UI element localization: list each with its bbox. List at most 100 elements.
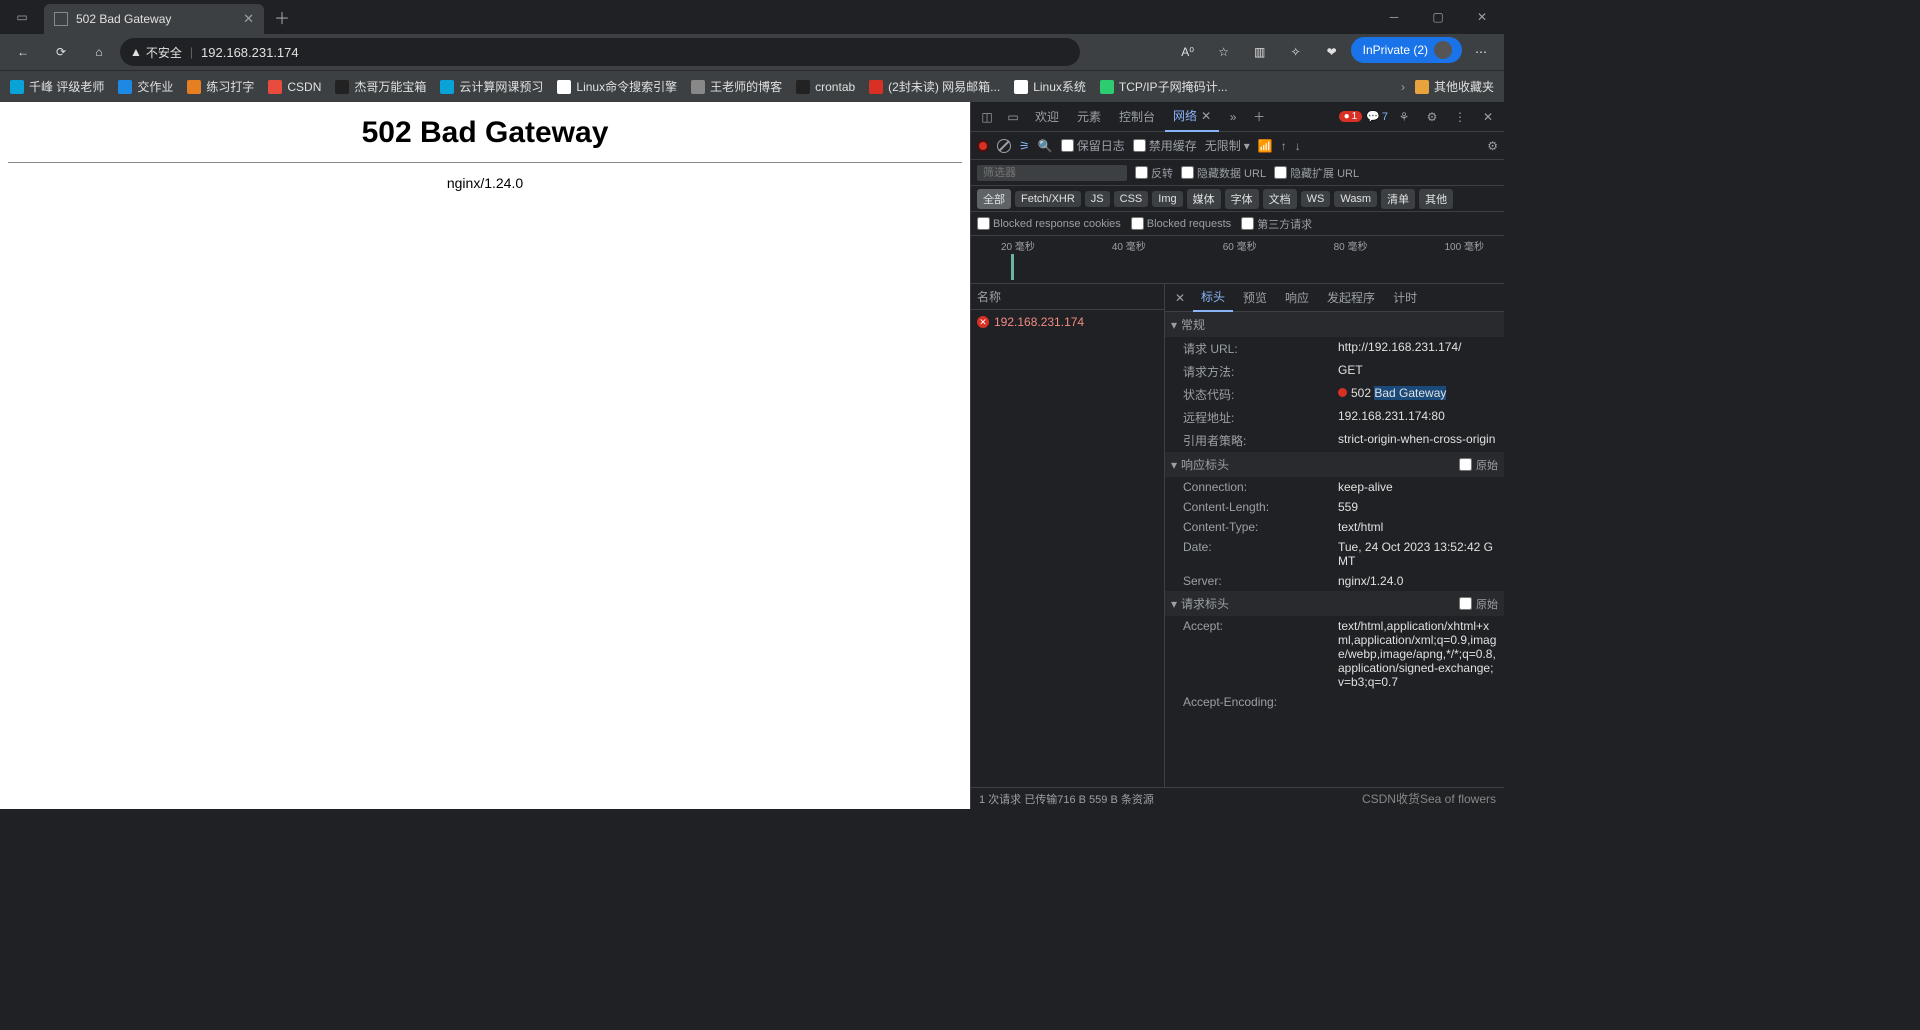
type-filter[interactable]: 清单 (1381, 189, 1415, 209)
inprivate-badge[interactable]: InPrivate (2) (1351, 37, 1462, 63)
bookmark-item[interactable]: Linux命令搜索引擎 (557, 78, 677, 95)
wifi-icon[interactable]: 📶 (1258, 139, 1273, 153)
bookmark-item[interactable]: TCP/IP子网掩码计... (1100, 78, 1228, 95)
bookmark-item[interactable]: 杰哥万能宝箱 (335, 78, 426, 95)
bookmark-item[interactable]: 交作业 (118, 78, 173, 95)
bookmark-icon (1100, 80, 1114, 94)
close-icon[interactable]: ✕ (1201, 109, 1211, 123)
favorites-bar-icon[interactable]: ✧ (1279, 37, 1313, 67)
tab-network[interactable]: 网络 ✕ (1165, 102, 1219, 132)
inspect-icon[interactable]: ◫ (975, 105, 999, 129)
tab-elements[interactable]: 元素 (1069, 102, 1109, 132)
tab-manager-icon[interactable]: ▭ (0, 10, 44, 24)
network-timeline[interactable]: 20 毫秒40 毫秒60 毫秒80 毫秒100 毫秒 (971, 236, 1504, 284)
bookmark-item[interactable]: crontab (796, 80, 855, 94)
filter-icon[interactable]: ⚞ (1019, 139, 1030, 153)
blocked-cookies-checkbox[interactable]: Blocked response cookies (977, 217, 1121, 230)
read-aloud-icon[interactable]: A⁰ (1171, 37, 1205, 67)
menu-button[interactable]: ⋯ (1464, 37, 1498, 67)
type-filter[interactable]: 文档 (1263, 189, 1297, 209)
more-tabs-icon[interactable]: » (1221, 105, 1245, 129)
bookmark-item[interactable]: 王老师的博客 (691, 78, 782, 95)
error-badge[interactable]: ● 1 (1339, 111, 1363, 122)
invert-checkbox[interactable]: 反转 (1135, 165, 1173, 181)
section-header[interactable]: ▾响应标头 原始 (1165, 452, 1504, 477)
separator: | (190, 45, 193, 59)
maximize-button[interactable]: ▢ (1416, 0, 1460, 34)
section-header[interactable]: ▾常规 (1165, 312, 1504, 337)
collections-icon[interactable]: ▥ (1243, 37, 1277, 67)
new-tab-button[interactable]: ＋ (264, 5, 300, 29)
bookmark-item[interactable]: (2封未读) 网易邮箱... (869, 78, 1000, 95)
tab-preview[interactable]: 预览 (1235, 284, 1275, 312)
settings-icon[interactable]: ⚙ (1420, 105, 1444, 129)
search-icon[interactable]: 🔍 (1038, 139, 1053, 153)
throttling-select[interactable]: 无限制 ▾ (1205, 137, 1250, 154)
type-filter[interactable]: WS (1301, 191, 1331, 207)
request-list: 名称 ✕ 192.168.231.174 (971, 284, 1165, 787)
kebab-icon[interactable]: ⋮ (1448, 105, 1472, 129)
type-filter[interactable]: 其他 (1419, 189, 1453, 209)
timeline-tick: 60 毫秒 (1223, 238, 1257, 253)
other-bookmarks[interactable]: 其他收藏夹 (1415, 78, 1494, 95)
close-devtools-icon[interactable]: ✕ (1476, 105, 1500, 129)
section-header[interactable]: ▾请求标头 原始 (1165, 591, 1504, 616)
bookmark-item[interactable]: Linux系统 (1014, 78, 1086, 95)
raw-toggle[interactable]: 原始 (1459, 457, 1498, 473)
close-window-button[interactable]: ✕ (1460, 0, 1504, 34)
add-tab-icon[interactable]: ＋ (1247, 105, 1271, 129)
type-filter[interactable]: 媒体 (1187, 189, 1221, 209)
browser-tab[interactable]: 502 Bad Gateway ✕ (44, 4, 264, 34)
bookmark-icon (10, 80, 24, 94)
performance-icon[interactable]: ❤ (1315, 37, 1349, 67)
bookmarks-bar: 千峰 评级老师交作业练习打字 CSDN 杰哥万能宝箱云计算网课预习 Linux命令搜索… (0, 70, 1504, 102)
download-icon[interactable]: ↓ (1295, 139, 1301, 153)
type-filter[interactable]: Wasm (1334, 191, 1377, 207)
tab-headers[interactable]: 标头 (1193, 284, 1233, 312)
header-row: 请求方法:GET (1165, 360, 1504, 383)
close-tab-icon[interactable]: ✕ (243, 11, 254, 27)
bookmark-icon (796, 80, 810, 94)
favorite-icon[interactable]: ☆ (1207, 37, 1241, 67)
record-button[interactable] (977, 140, 989, 152)
info-badge[interactable]: 💬 7 (1366, 110, 1388, 123)
error-status-icon: ✕ (977, 316, 989, 328)
bookmarks-chevron-icon[interactable]: › (1401, 80, 1405, 94)
type-filter[interactable]: Fetch/XHR (1015, 191, 1081, 207)
device-icon[interactable]: ▭ (1001, 105, 1025, 129)
clear-button[interactable] (997, 139, 1011, 153)
network-settings-icon[interactable]: ⚙ (1487, 139, 1498, 153)
type-filter[interactable]: Img (1152, 191, 1182, 207)
bookmark-item[interactable]: 千峰 评级老师 (10, 78, 104, 95)
disable-cache-checkbox[interactable]: 禁用缓存 (1133, 137, 1197, 154)
bookmark-item[interactable]: CSDN (268, 80, 321, 94)
back-button[interactable]: ← (6, 37, 40, 67)
tab-initiator[interactable]: 发起程序 (1319, 284, 1383, 312)
preserve-log-checkbox[interactable]: 保留日志 (1061, 137, 1125, 154)
bookmark-item[interactable]: 练习打字 (187, 78, 254, 95)
filter-input[interactable] (977, 165, 1127, 181)
request-row[interactable]: ✕ 192.168.231.174 (971, 310, 1164, 334)
feedback-icon[interactable]: ⚘ (1392, 105, 1416, 129)
type-filter[interactable]: 字体 (1225, 189, 1259, 209)
refresh-button[interactable]: ⟳ (44, 37, 78, 67)
tab-console[interactable]: 控制台 (1111, 102, 1163, 132)
upload-icon[interactable]: ↑ (1281, 139, 1287, 153)
minimize-button[interactable]: ─ (1372, 0, 1416, 34)
tab-timing[interactable]: 计时 (1385, 284, 1425, 312)
address-bar[interactable]: ▲ 不安全 | 192.168.231.174 (120, 38, 1080, 66)
close-detail-icon[interactable]: ✕ (1169, 291, 1191, 305)
type-filter[interactable]: JS (1085, 191, 1110, 207)
third-party-checkbox[interactable]: 第三方请求 (1241, 216, 1312, 232)
type-filter[interactable]: CSS (1114, 191, 1149, 207)
type-filter[interactable]: 全部 (977, 189, 1011, 209)
blocked-requests-checkbox[interactable]: Blocked requests (1131, 217, 1231, 230)
home-button[interactable]: ⌂ (82, 37, 116, 67)
hide-ext-checkbox[interactable]: 隐藏扩展 URL (1274, 165, 1359, 181)
name-column-header[interactable]: 名称 (971, 284, 1164, 310)
tab-response[interactable]: 响应 (1277, 284, 1317, 312)
bookmark-item[interactable]: 云计算网课预习 (440, 78, 543, 95)
raw-toggle[interactable]: 原始 (1459, 596, 1498, 612)
hide-data-checkbox[interactable]: 隐藏数据 URL (1181, 165, 1266, 181)
tab-welcome[interactable]: 欢迎 (1027, 102, 1067, 132)
